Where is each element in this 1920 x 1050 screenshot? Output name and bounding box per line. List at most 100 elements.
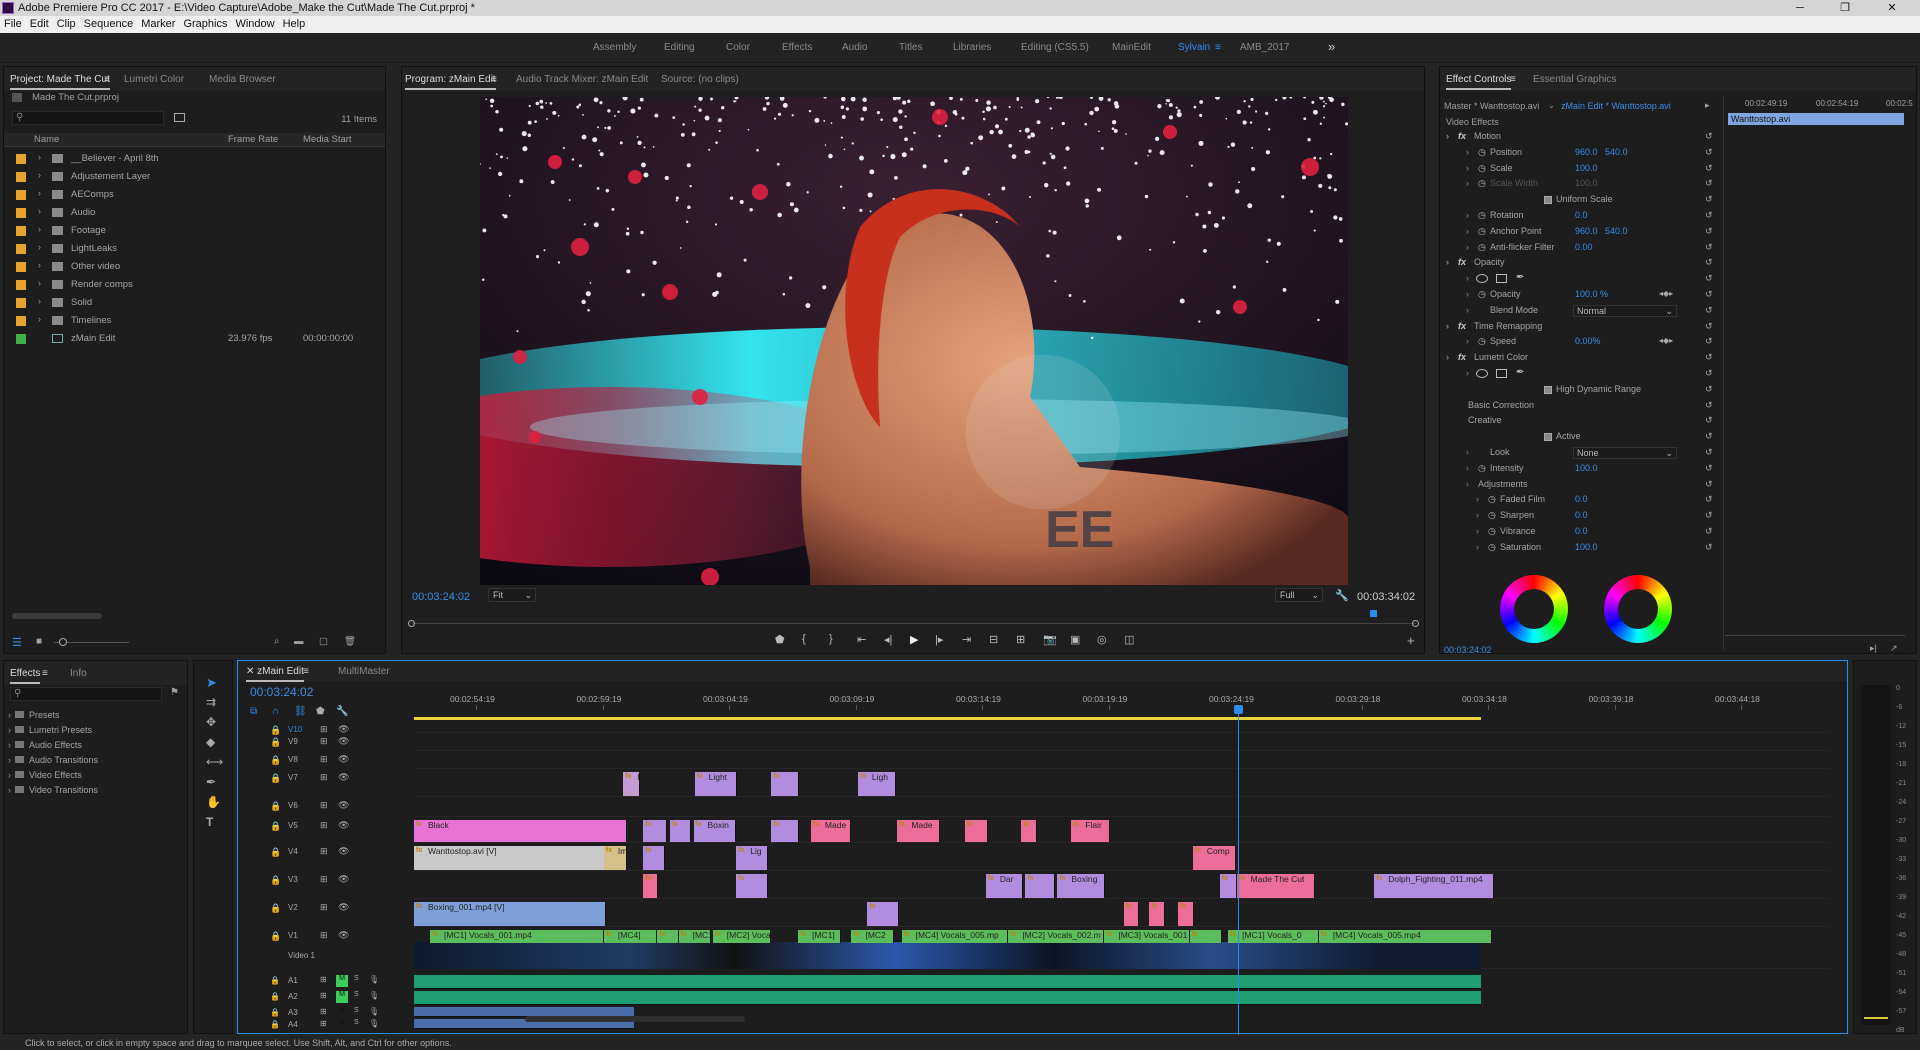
lift-icon[interactable]: ⊟ — [989, 633, 998, 646]
stopwatch-icon[interactable]: ◷ — [1488, 494, 1496, 505]
expand-chevron-icon[interactable]: › — [1466, 273, 1469, 283]
menu-graphics[interactable]: Graphics — [179, 16, 231, 33]
selection-tool-icon[interactable]: ➤ — [206, 675, 217, 691]
stopwatch-icon[interactable]: ◷ — [1488, 542, 1496, 553]
program-mini-timeline[interactable] — [412, 623, 1416, 624]
project-item[interactable]: › Solid — [4, 295, 385, 311]
timeline-clip[interactable]: fx Impa — [603, 846, 628, 870]
eye-icon[interactable]: 👁 — [338, 874, 349, 885]
expand-triangle-icon[interactable]: › — [8, 740, 11, 750]
menu-file[interactable]: File — [0, 16, 26, 33]
toggle-sync-icon[interactable]: ⊞ — [320, 874, 328, 885]
video-track-header[interactable]: 🔒 V3 ⊞ 👁 — [268, 873, 408, 899]
expand-triangle-icon[interactable]: › — [38, 170, 41, 180]
effect-row[interactable]: › ◷ Anchor Point 960.0 540.0 ↺ — [1440, 226, 1722, 240]
workspace-editing-cs55[interactable]: Editing (CS5.5) — [1021, 42, 1089, 53]
effects-search-input[interactable]: ⚲ — [10, 687, 162, 701]
lock-icon[interactable]: 🔒 — [270, 1020, 280, 1029]
reset-parameter-icon[interactable]: ↺ — [1705, 257, 1713, 268]
stopwatch-icon[interactable]: ◷ — [1478, 178, 1486, 189]
master-clip-label[interactable]: Master * Wanttostop.avi — [1444, 101, 1539, 111]
timeline-clip[interactable]: fx Boxin — [693, 820, 737, 842]
lock-icon[interactable]: 🔒 — [270, 903, 281, 914]
expand-chevron-icon[interactable]: › — [1446, 131, 1449, 141]
reset-parameter-icon[interactable]: ↺ — [1705, 321, 1713, 332]
ellipse-mask-icon[interactable] — [1476, 274, 1488, 284]
effect-param-value-2[interactable]: 540.0 — [1605, 147, 1628, 157]
timeline-clip[interactable]: fx [MC2 — [851, 930, 895, 943]
label-color-swatch[interactable] — [16, 226, 26, 236]
new-item-icon[interactable]: ▢ — [319, 636, 328, 647]
master-dropdown-icon[interactable]: ⌄ — [1548, 101, 1555, 110]
expand-chevron-icon[interactable]: › — [1466, 210, 1469, 220]
effect-row[interactable]: › Look None ⌄ ↺ — [1440, 447, 1722, 461]
audio-track-header[interactable]: 🔒 A3 ⊞ M S 🎙 — [268, 1007, 408, 1017]
icon-view-icon[interactable]: ■ — [36, 636, 42, 647]
export-frame-icon[interactable]: 📷 — [1043, 633, 1057, 646]
slip-tool-icon[interactable]: ⟷ — [206, 755, 223, 769]
effect-row[interactable]: › ◷ Saturation 100.0 ↺ — [1440, 542, 1722, 556]
expand-triangle-icon[interactable]: › — [38, 188, 41, 198]
tab-program[interactable]: Program: zMain Edit — [405, 74, 496, 90]
col-name[interactable]: Name — [34, 134, 59, 145]
audio-track-header[interactable]: 🔒 A1 ⊞ M S 🎙 — [268, 975, 408, 989]
video-track-lane[interactable] — [414, 799, 1830, 817]
stopwatch-icon[interactable]: ◷ — [1488, 526, 1496, 537]
workspace-assembly[interactable]: Assembly — [593, 42, 636, 53]
effect-row[interactable]: › ✒ ↺ — [1440, 367, 1722, 382]
go-to-in-icon[interactable]: ⇤ — [857, 633, 866, 646]
video-track-header[interactable]: 🔒 V9 ⊞ 👁 — [268, 735, 408, 751]
expand-chevron-icon[interactable]: › — [1466, 305, 1469, 315]
stopwatch-icon[interactable]: ◷ — [1478, 336, 1486, 347]
stopwatch-icon[interactable]: ◷ — [1478, 289, 1486, 300]
reset-parameter-icon[interactable]: ↺ — [1705, 242, 1713, 253]
timeline-clip[interactable]: fx [MC1] Vocals_0 — [1228, 930, 1319, 943]
program-video-frame[interactable]: EE — [480, 97, 1348, 585]
effect-row[interactable]: › ◷ Scale Width 100.0 ↺ — [1440, 178, 1722, 192]
label-color-swatch[interactable] — [16, 334, 26, 344]
expand-chevron-icon[interactable]: › — [1466, 242, 1469, 252]
effect-row[interactable]: › ◷ Sharpen 0.0 ↺ — [1440, 510, 1722, 524]
effect-param-value[interactable]: 960.0 — [1575, 226, 1598, 236]
checkbox[interactable] — [1544, 196, 1552, 205]
video-track-header[interactable]: 🔒 V10 ⊞ 👁 — [268, 723, 408, 735]
go-to-out-icon[interactable]: ⇥ — [962, 633, 971, 646]
timeline-clip[interactable]: fx [MC1] Vocals_001.mp4 — [430, 930, 604, 943]
tab-effect-controls[interactable]: Effect Controls — [1446, 74, 1512, 90]
timeline-clip[interactable]: fx Boxing_001.mp4 [V] — [414, 902, 607, 926]
effect-row[interactable]: Active ↺ — [1440, 431, 1722, 445]
toggle-sync-icon[interactable]: ⊞ — [320, 772, 328, 783]
timeline-clip[interactable]: fx Made — [810, 820, 852, 842]
effect-param-value[interactable]: 0.00% — [1575, 336, 1601, 346]
workspace-amb2017[interactable]: AMB_2017 — [1240, 42, 1289, 53]
expand-triangle-icon[interactable]: › — [38, 152, 41, 162]
menu-edit[interactable]: Edit — [26, 16, 53, 33]
program-in-handle[interactable] — [408, 620, 415, 627]
effect-row[interactable]: › ◷ Scale 100.0 ↺ — [1440, 163, 1722, 177]
effect-param-value[interactable]: 100.0 — [1575, 178, 1598, 188]
effect-param-value[interactable]: 0.0 — [1575, 494, 1588, 504]
maximize-button[interactable]: ❐ — [1825, 0, 1865, 16]
effect-param-value[interactable]: 0.00 — [1575, 242, 1593, 252]
reset-parameter-icon[interactable]: ↺ — [1705, 147, 1713, 158]
timeline-clip[interactable]: fx — [1177, 902, 1194, 926]
reset-parameter-icon[interactable]: ↺ — [1705, 463, 1713, 474]
stopwatch-icon[interactable]: ◷ — [1478, 226, 1486, 237]
workspace-menu-icon[interactable]: ≡ — [1215, 42, 1221, 53]
timeline-clip[interactable]: fx Lig — [736, 846, 769, 870]
highlight-tint-wheel[interactable] — [1604, 575, 1672, 643]
ec-zoom-scrollbar[interactable] — [1725, 635, 1905, 636]
tab-info[interactable]: Info — [70, 668, 87, 679]
reset-parameter-icon[interactable]: ↺ — [1705, 368, 1713, 379]
timeline-clip[interactable]: fx [MC1] — [798, 930, 841, 943]
lock-icon[interactable]: 🔒 — [270, 976, 280, 985]
eye-icon[interactable]: 👁 — [338, 930, 349, 941]
eye-icon[interactable]: 👁 — [338, 754, 349, 765]
project-item[interactable]: › Timelines — [4, 313, 385, 329]
lock-icon[interactable]: 🔒 — [270, 801, 281, 812]
safe-margins-icon[interactable]: ▣ — [1070, 633, 1080, 646]
lock-icon[interactable]: 🔒 — [270, 755, 281, 766]
timeline-clip[interactable]: fx [MC1] — [678, 930, 711, 943]
timeline-clip[interactable]: fx Made The Cut — [1236, 874, 1315, 898]
timeline-timecode[interactable]: 00:03:24:02 — [250, 685, 313, 699]
